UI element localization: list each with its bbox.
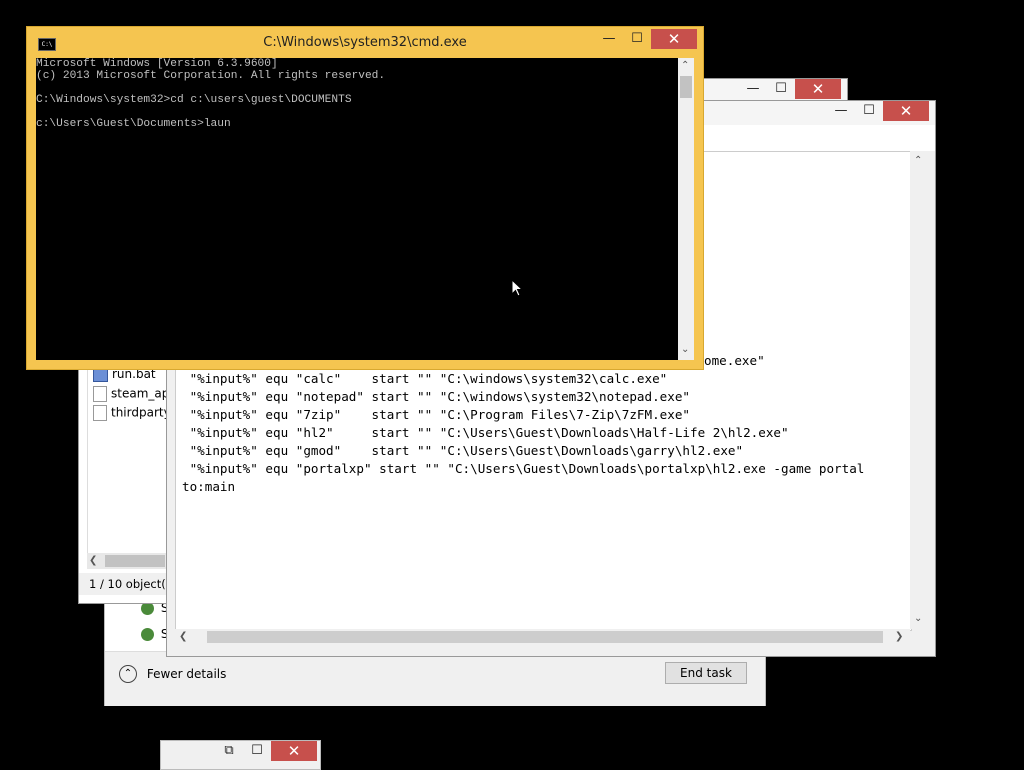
maximize-button[interactable]: ☐ [623, 29, 651, 49]
scroll-left-icon[interactable]: ❮ [89, 555, 97, 566]
minimize-button[interactable]: — [739, 79, 767, 99]
console-line: (c) 2013 Microsoft Corporation. All righ… [36, 70, 386, 82]
code-line: "%input%" equ "calc" start "" "C:\window… [182, 371, 668, 386]
vertical-scrollbar[interactable]: ⌃ ⌄ [910, 151, 927, 629]
minimize-button[interactable]: — [827, 101, 855, 121]
console-line: C:\Windows\system32>cd c:\users\guest\DO… [36, 94, 352, 106]
file-name: thirdpartyl [111, 405, 175, 420]
cmd-titlebar: C:\ C:\Windows\system32\cmd.exe — ☐ ✕ [27, 27, 703, 57]
end-task-button[interactable]: End task [665, 662, 747, 684]
maximize-button[interactable]: ☐ [767, 79, 795, 99]
console-line: c:\Users\Guest\Documents>laun [36, 118, 231, 130]
file-item[interactable]: steam_app [93, 386, 177, 404]
scroll-left-icon[interactable]: ❮ [179, 631, 187, 642]
code-line: "%input%" equ "7zip" start "" "C:\Progra… [182, 407, 690, 422]
fewer-details-label: Fewer details [146, 667, 227, 681]
close-button[interactable]: ✕ [795, 79, 841, 99]
mouse-cursor-icon [511, 279, 523, 297]
scroll-thumb[interactable] [105, 555, 165, 567]
status-bar: 1 / 10 object(s) [79, 573, 179, 595]
restore-button[interactable]: ⧉ [215, 741, 243, 761]
scroll-thumb[interactable] [207, 631, 883, 643]
file-icon [93, 405, 107, 421]
scroll-down-icon[interactable]: ⌄ [681, 344, 689, 355]
fewer-details-button[interactable]: ⌃ Fewer details [119, 665, 226, 685]
close-button[interactable]: ✕ [271, 741, 317, 761]
code-line: "%input%" equ "hl2" start "" "C:\Users\G… [182, 425, 789, 440]
console-line: Microsoft Windows [Version 6.3.9600] [36, 58, 278, 70]
chevron-up-icon: ⌃ [119, 665, 137, 683]
code-line: "%input%" equ "portalxp" start "" "C:\Us… [182, 461, 865, 476]
minimize-button[interactable]: — [595, 29, 623, 49]
cmd-scrollbar[interactable]: ⌃ ⌄ [678, 58, 694, 360]
maximize-button[interactable]: ☐ [855, 101, 883, 121]
scroll-thumb[interactable] [680, 76, 692, 98]
code-line: "%input%" equ "gmod" start "" "C:\Users\… [182, 443, 744, 458]
code-line: "%input%" equ "notepad" start "" "C:\win… [182, 389, 690, 404]
small-window: ⧉ ☐ ✕ [160, 740, 321, 770]
close-button[interactable]: ✕ [883, 101, 929, 121]
code-line: ome.exe" [704, 353, 765, 368]
maximize-button[interactable]: ☐ [243, 741, 271, 761]
horizontal-scrollbar[interactable]: ❮ [87, 553, 167, 569]
task-manager-footer: ⌃ Fewer details End task [105, 651, 765, 706]
scroll-up-icon[interactable]: ⌃ [914, 155, 922, 166]
file-icon [93, 386, 107, 402]
close-button[interactable]: ✕ [651, 29, 697, 49]
code-line: to:main [182, 479, 236, 494]
scroll-up-icon[interactable]: ⌃ [681, 60, 689, 71]
scroll-down-icon[interactable]: ⌄ [914, 613, 922, 624]
file-item[interactable]: thirdpartyl [93, 405, 174, 423]
horizontal-scrollbar[interactable]: ❮ ❯ [175, 629, 910, 646]
task-list-item[interactable]: S [141, 627, 168, 641]
object-count: 1 / 10 object(s) [89, 577, 177, 591]
scroll-right-icon[interactable]: ❯ [895, 631, 903, 642]
globe-icon [141, 628, 154, 641]
